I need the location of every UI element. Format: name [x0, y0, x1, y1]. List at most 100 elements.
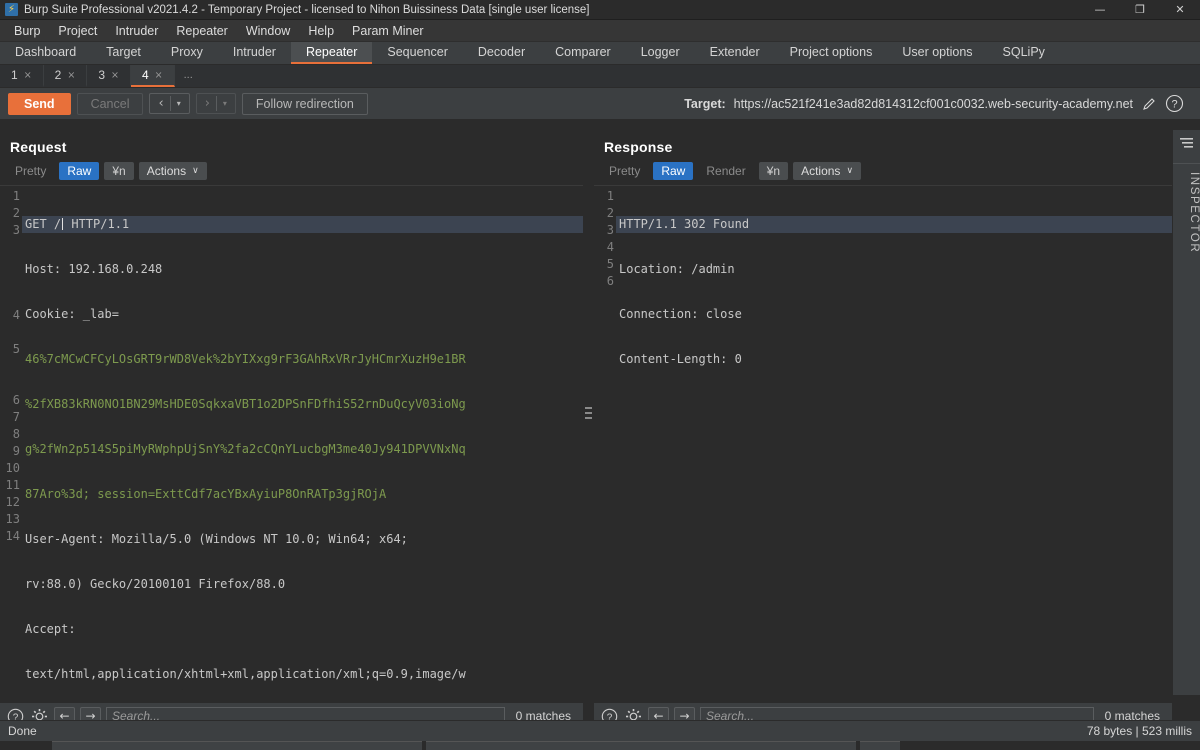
tab-proxy[interactable]: Proxy: [156, 42, 218, 64]
tab-decoder[interactable]: Decoder: [463, 42, 540, 64]
menu-param-miner[interactable]: Param Miner: [343, 22, 433, 40]
repeater-tab-2[interactable]: 2 ×: [44, 65, 88, 87]
response-tab-newline[interactable]: ¥n: [758, 162, 789, 180]
response-tab-raw[interactable]: Raw: [653, 162, 694, 180]
tab-target[interactable]: Target: [91, 42, 156, 64]
tab-project-options[interactable]: Project options: [775, 42, 888, 64]
line-number: [0, 375, 22, 392]
response-tab-render[interactable]: Render: [698, 162, 753, 180]
response-line: [616, 396, 1172, 413]
menu-burp[interactable]: Burp: [5, 22, 49, 40]
request-line-text: GET /: [25, 217, 62, 231]
response-pane: Response Pretty Raw Render ¥n Actions ∨ …: [594, 130, 1172, 695]
maximize-button[interactable]: ❐: [1120, 0, 1160, 20]
question-mark-icon[interactable]: ?: [1165, 94, 1184, 113]
tab-logger[interactable]: Logger: [626, 42, 695, 64]
line-number: 1: [12, 189, 20, 203]
menu-bar: Burp Project Intruder Repeater Window He…: [0, 20, 1200, 42]
line-number: 3: [606, 223, 614, 237]
svg-text:?: ?: [1171, 99, 1177, 111]
line-number: 10: [5, 461, 20, 475]
response-line: [616, 441, 1172, 458]
burp-icon: ⚡: [5, 3, 18, 16]
line-number: 1: [606, 189, 614, 203]
follow-redirection-button[interactable]: Follow redirection: [241, 92, 368, 115]
inspector-rail[interactable]: INSPECTOR: [1172, 130, 1200, 695]
chevron-right-icon: ›: [204, 96, 210, 111]
send-button[interactable]: Send: [8, 92, 71, 115]
title-bar: ⚡ Burp Suite Professional v2021.4.2 - Te…: [0, 0, 1200, 20]
response-tab-pretty[interactable]: Pretty: [601, 162, 648, 180]
line-number: 12: [5, 495, 20, 509]
request-line-suffix: HTTP/1.1: [64, 217, 130, 231]
repeater-tab-label: 3: [98, 68, 105, 82]
request-format-bar: Pretty Raw ¥n Actions ∨: [0, 162, 583, 185]
line-number: 2: [606, 206, 614, 220]
line-number: 14: [5, 529, 20, 543]
close-icon[interactable]: ×: [111, 70, 119, 81]
forward-button[interactable]: › ▾: [195, 93, 236, 114]
menu-project[interactable]: Project: [49, 22, 106, 40]
tab-intruder[interactable]: Intruder: [218, 42, 291, 64]
tab-extender[interactable]: Extender: [695, 42, 775, 64]
response-line: HTTP/1.1 302 Found: [616, 216, 1172, 233]
request-tab-pretty[interactable]: Pretty: [7, 162, 54, 180]
close-icon[interactable]: ×: [24, 70, 32, 81]
response-editor[interactable]: 1 2 3 4 5 6 HTTP/1.1 302 Found Location:…: [594, 185, 1172, 695]
target-bar: Target: https://ac521f241e3ad82d814312cf…: [684, 94, 1192, 113]
tab-sqlipy[interactable]: SQLiPy: [988, 42, 1060, 64]
repeater-tab-3[interactable]: 3 ×: [87, 65, 131, 87]
pencil-icon[interactable]: [1141, 96, 1157, 112]
response-actions-button[interactable]: Actions ∨: [793, 162, 862, 180]
menu-intruder[interactable]: Intruder: [106, 22, 167, 40]
repeater-tab-4[interactable]: 4 ×: [130, 65, 175, 87]
tab-repeater[interactable]: Repeater: [290, 42, 373, 64]
line-number: [0, 324, 22, 341]
window-controls: — ❐ ✕: [1080, 0, 1200, 20]
repeater-tab-1[interactable]: 1 ×: [0, 65, 44, 87]
request-line: g%2fWn2p514S5piMyRWphpUjSnY%2fa2cCQnYLuc…: [25, 442, 466, 456]
taskbar-item[interactable]: [860, 741, 900, 750]
request-editor[interactable]: 1 2 3 4 5 6 7 8 9 10 11 12 13 14 GET / H…: [0, 185, 583, 695]
taskbar-item[interactable]: [52, 741, 422, 750]
close-icon[interactable]: ×: [67, 70, 75, 81]
divider: [215, 96, 217, 111]
response-format-bar: Pretty Raw Render ¥n Actions ∨: [594, 162, 1172, 185]
target-url: https://ac521f241e3ad82d814312cf001c0032…: [733, 96, 1133, 111]
menu-window[interactable]: Window: [237, 22, 299, 40]
line-number: 4: [606, 240, 614, 254]
request-line: GET / HTTP/1.1: [22, 216, 583, 233]
tab-dashboard[interactable]: Dashboard: [0, 42, 91, 64]
taskbar-item[interactable]: [426, 741, 856, 750]
line-number: 2: [12, 206, 20, 220]
response-line: Connection: close: [619, 307, 742, 321]
close-button[interactable]: ✕: [1160, 0, 1200, 20]
tab-sequencer[interactable]: Sequencer: [372, 42, 462, 64]
menu-help[interactable]: Help: [299, 22, 343, 40]
line-number: 7: [12, 410, 20, 424]
response-line: Location: /admin: [619, 262, 735, 276]
request-line: %2fXB83kRN0NO1BN29MsHDE0SqkxaVBT1o2DPSnF…: [25, 397, 466, 411]
request-tab-raw[interactable]: Raw: [59, 162, 100, 180]
chevron-left-icon: ‹: [158, 96, 164, 111]
response-line: Content-Length: 0: [619, 352, 742, 366]
request-body[interactable]: GET / HTTP/1.1 Host: 192.168.0.248 Cooki…: [22, 186, 583, 695]
request-tab-newline[interactable]: ¥n: [104, 162, 134, 180]
request-line: rv:88.0) Gecko/20100101 Firefox/88.0: [25, 577, 286, 591]
tab-user-options[interactable]: User options: [887, 42, 987, 64]
response-body[interactable]: HTTP/1.1 302 Found Location: /admin Conn…: [616, 186, 1172, 695]
request-line: 87Aro%3d; session=ExttCdf7acYBxAyiuP8OnR…: [25, 487, 387, 501]
line-number: 8: [12, 427, 20, 441]
line-number: 11: [5, 478, 20, 492]
back-button[interactable]: ‹ ▾: [149, 93, 190, 114]
minimize-button[interactable]: —: [1080, 0, 1120, 20]
request-actions-button[interactable]: Actions ∨: [138, 162, 207, 180]
close-icon[interactable]: ×: [155, 70, 163, 81]
pane-splitter[interactable]: [583, 130, 594, 695]
line-number: 9: [12, 444, 20, 458]
editor-panes: Request Pretty Raw ¥n Actions ∨ 1 2 3 4 …: [0, 130, 1172, 695]
window-title: Burp Suite Professional v2021.4.2 - Temp…: [24, 3, 590, 16]
menu-repeater[interactable]: Repeater: [167, 22, 236, 40]
tab-comparer[interactable]: Comparer: [540, 42, 626, 64]
repeater-tab-overflow[interactable]: ...: [175, 65, 202, 87]
